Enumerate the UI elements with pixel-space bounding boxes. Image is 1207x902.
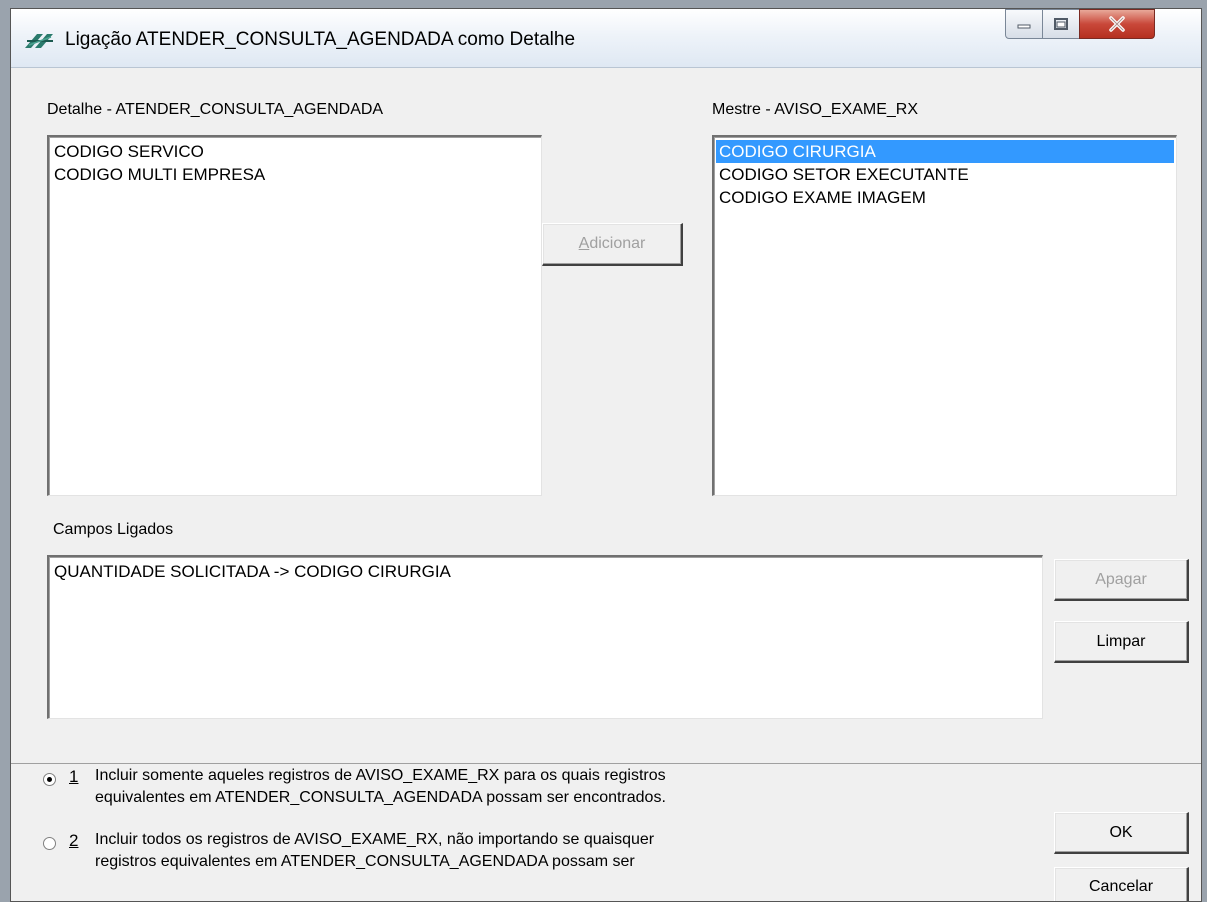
linked-field-item[interactable]: QUANTIDADE SOLICITADA -> CODIGO CIRURGIA: [51, 560, 1040, 583]
option-2-number: 2: [69, 831, 79, 850]
delete-label-post: ar: [1132, 570, 1147, 588]
master-list-item-selected[interactable]: CODIGO CIRURGIA: [716, 140, 1174, 163]
option-1-text-line1: Incluir somente aqueles registros de AVI…: [95, 767, 666, 784]
detail-list-item[interactable]: CODIGO MULTI EMPRESA: [51, 163, 539, 186]
link-icon: [23, 30, 57, 52]
detail-list-item[interactable]: CODIGO SERVICO: [51, 140, 539, 163]
close-button[interactable]: [1079, 9, 1155, 39]
master-list-item[interactable]: CODIGO SETOR EXECUTANTE: [716, 163, 1174, 186]
ok-button[interactable]: OK: [1054, 812, 1189, 854]
maximize-icon: [1053, 17, 1069, 31]
master-listbox[interactable]: CODIGO CIRURGIA CODIGO SETOR EXECUTANTE …: [712, 135, 1177, 496]
minimize-icon: [1016, 19, 1032, 29]
option-2-text-line1: Incluir todos os registros de AVISO_EXAM…: [95, 831, 655, 848]
option-1-number: 1: [69, 767, 79, 786]
dialog-window: Ligação ATENDER_CONSULTA_AGENDADA como D…: [10, 8, 1202, 902]
option-2-text-line2: registros equivalentes em ATENDER_CONSUL…: [95, 853, 635, 870]
minimize-button[interactable]: [1005, 9, 1043, 39]
delete-button-mnemonic: g: [1123, 570, 1133, 588]
detail-label: Detalhe - ATENDER_CONSULTA_AGENDADA: [47, 101, 384, 118]
master-label: Mestre - AVISO_EXAME_RX: [712, 101, 918, 118]
add-button-mnemonic: A: [578, 235, 590, 252]
clear-button[interactable]: Limpar: [1054, 621, 1189, 663]
delete-button[interactable]: Apagar: [1054, 559, 1189, 601]
separator: [11, 763, 1201, 764]
close-icon: [1107, 16, 1127, 32]
linked-fields-listbox[interactable]: QUANTIDADE SOLICITADA -> CODIGO CIRURGIA: [47, 555, 1043, 719]
linked-fields-label: Campos Ligados: [53, 521, 174, 538]
add-button[interactable]: Adicionar: [542, 223, 683, 266]
delete-label-pre: Apa: [1095, 570, 1124, 588]
option-2-radio[interactable]: [43, 837, 56, 850]
maximize-button[interactable]: [1042, 9, 1080, 39]
window-title: Ligação ATENDER_CONSULTA_AGENDADA como D…: [65, 29, 576, 50]
title-bar[interactable]: Ligação ATENDER_CONSULTA_AGENDADA como D…: [11, 9, 1201, 68]
option-1-text-line2: equivalentes em ATENDER_CONSULTA_AGENDAD…: [95, 789, 666, 806]
master-list-item[interactable]: CODIGO EXAME IMAGEM: [716, 186, 1174, 209]
add-button-label: dicionar: [589, 235, 646, 252]
option-1-radio[interactable]: [43, 773, 56, 786]
detail-listbox[interactable]: CODIGO SERVICO CODIGO MULTI EMPRESA: [47, 135, 542, 496]
cancel-button[interactable]: Cancelar: [1054, 867, 1189, 901]
